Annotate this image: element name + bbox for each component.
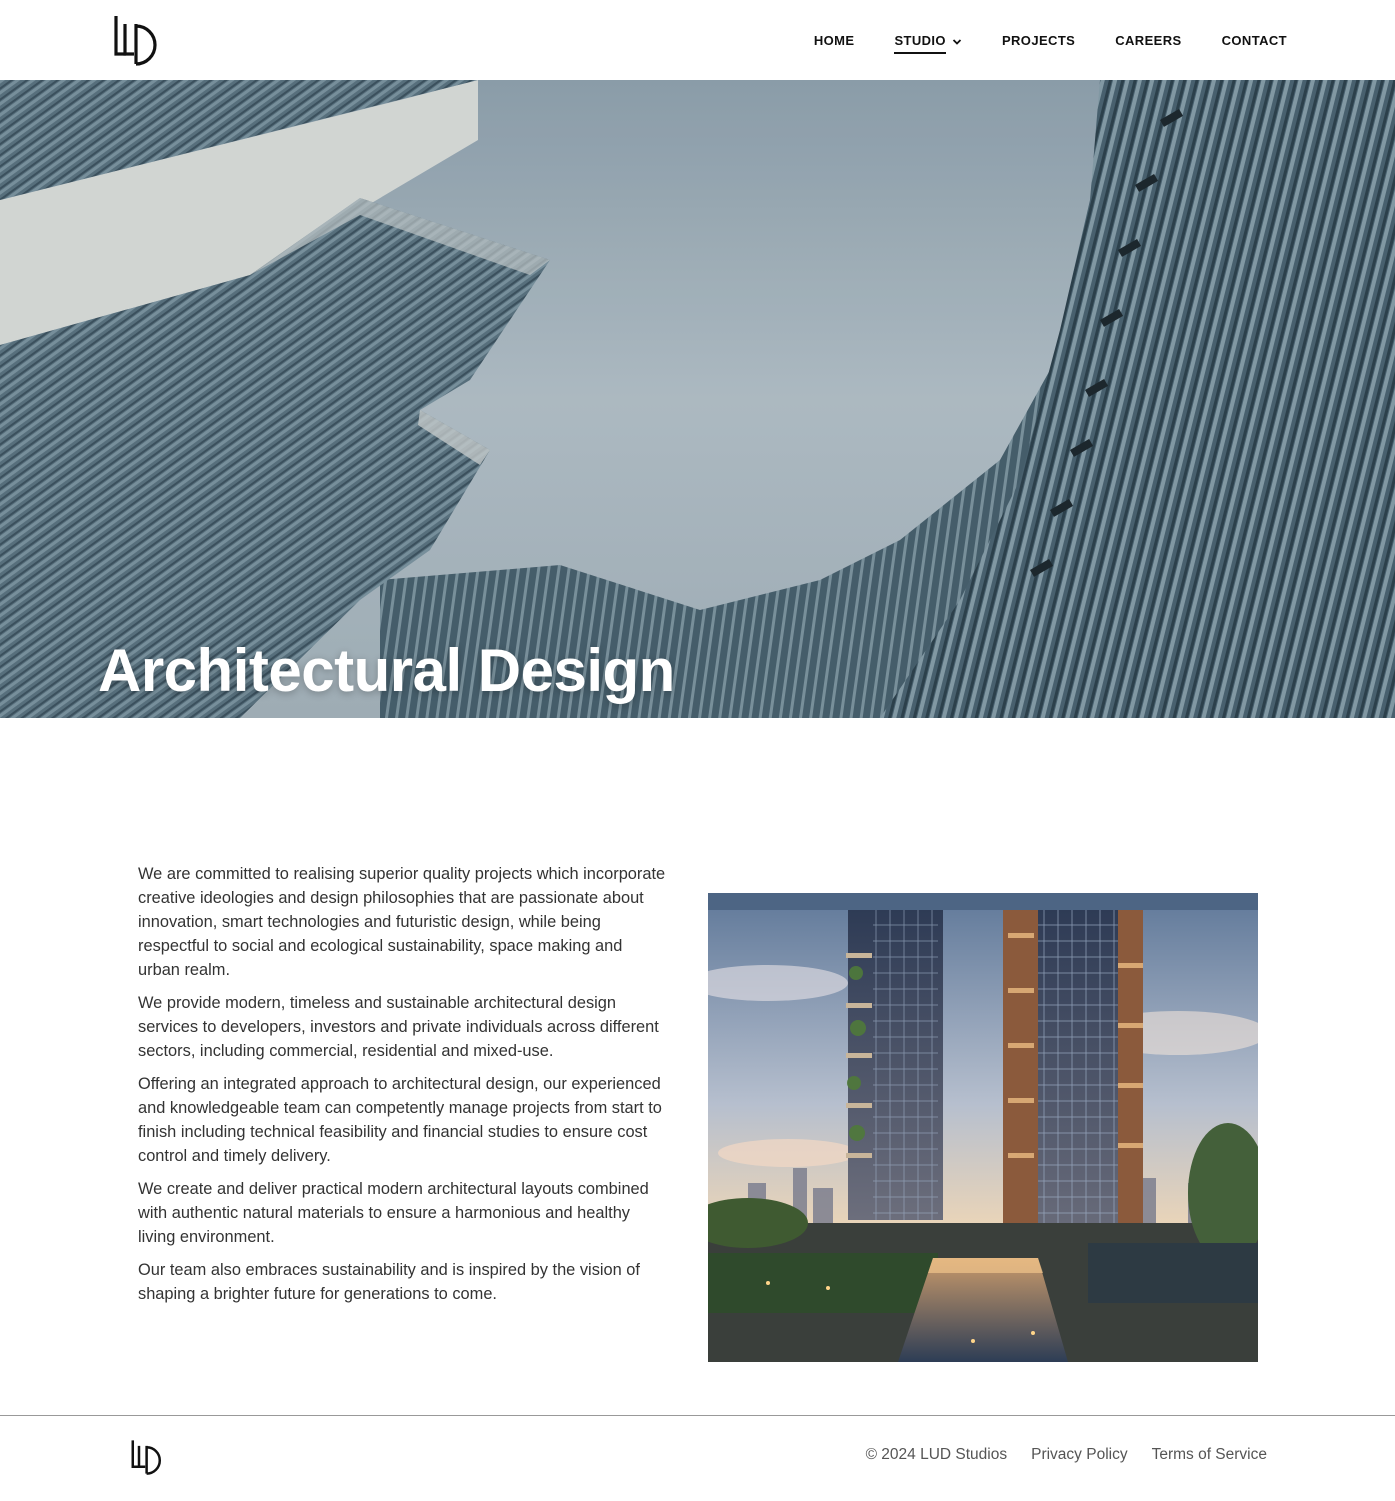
chevron-down-icon[interactable] — [952, 35, 962, 45]
nav-projects[interactable]: PROJECTS — [1002, 33, 1075, 48]
footer-copyright: © 2024 LUD Studios — [865, 1446, 1008, 1463]
hero-title: Architectural Design — [98, 637, 675, 704]
hero-image — [0, 80, 1395, 718]
nav-studio[interactable]: STUDIO — [894, 27, 962, 54]
footer-lud-logo-icon[interactable] — [130, 1439, 166, 1475]
footer-links: © 2024 LUD Studios Privacy Policy Terms … — [866, 1446, 1267, 1464]
privacy-policy-link[interactable]: Privacy Policy — [1031, 1446, 1127, 1464]
paragraph-layouts: We create and deliver practical modern a… — [138, 1180, 649, 1246]
paragraph-commitment: We are committed to realising superior q… — [138, 865, 666, 979]
paragraph-approach: Offering an integrated approach to archi… — [138, 1075, 662, 1165]
tower-rendering-image — [708, 893, 1258, 1362]
main-nav: HOME STUDIO PROJECTS CAREERS CONTACT — [814, 0, 1287, 80]
studio-description: We are committed to realising superior q… — [138, 862, 668, 1315]
nav-studio-label: STUDIO — [894, 33, 946, 54]
paragraph-services: We provide modern, timeless and sustaina… — [138, 994, 659, 1060]
lud-logo-icon[interactable] — [112, 14, 164, 66]
nav-careers-label: CAREERS — [1115, 32, 1182, 48]
nav-home-label: HOME — [813, 32, 855, 48]
nav-careers[interactable]: CAREERS — [1115, 33, 1181, 48]
nav-contact[interactable]: CONTACT — [1222, 33, 1287, 48]
nav-contact-label: CONTACT — [1221, 32, 1287, 48]
nav-home[interactable]: HOME — [814, 33, 855, 48]
terms-of-service-link[interactable]: Terms of Service — [1152, 1446, 1267, 1464]
hero-banner: Architectural Design — [0, 80, 1395, 718]
footer-divider — [0, 1415, 1395, 1416]
site-header: HOME STUDIO PROJECTS CAREERS CONTACT — [0, 0, 1395, 80]
nav-projects-label: PROJECTS — [1001, 32, 1076, 48]
paragraph-sustainability: Our team also embraces sustainability an… — [138, 1261, 640, 1303]
